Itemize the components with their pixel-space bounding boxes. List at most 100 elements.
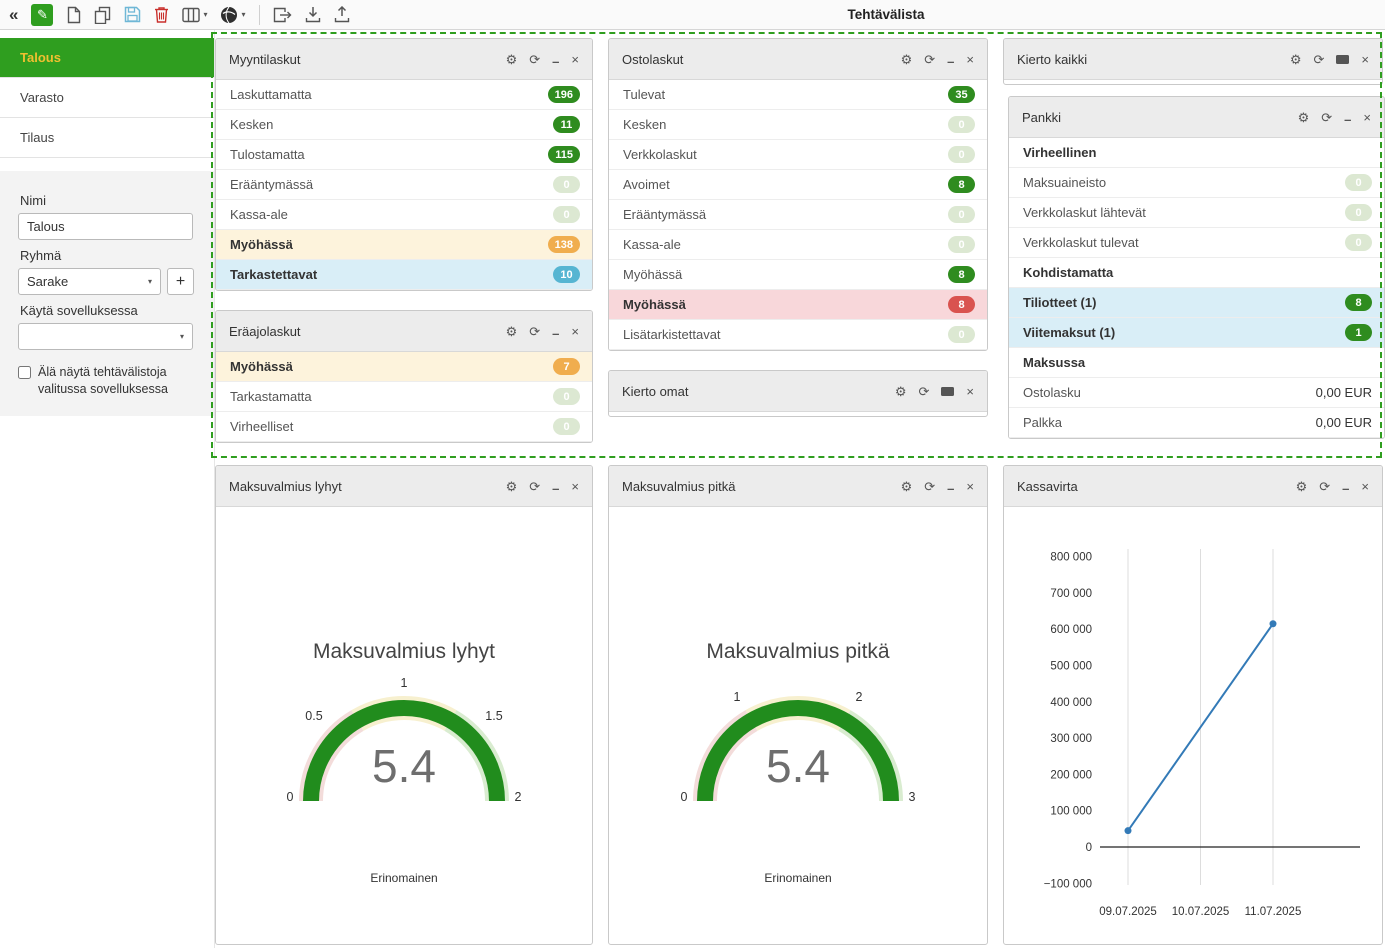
widget-row[interactable]: Maksuaineisto 0 <box>1009 168 1384 198</box>
close-icon[interactable]: × <box>571 325 579 338</box>
widget-row[interactable]: Verkkolaskut tulevat 0 <box>1009 228 1384 258</box>
row-label: Myöhässä <box>230 359 293 374</box>
refresh-icon[interactable]: ⟳ <box>1319 480 1330 493</box>
name-input[interactable] <box>18 213 193 240</box>
widget-row[interactable]: Myöhässä 8 <box>609 290 987 320</box>
minimize-icon[interactable]: – <box>947 55 954 68</box>
widget-header[interactable]: Maksuvalmius lyhyt ⚙ ⟳ – × <box>216 466 592 507</box>
columns-menu[interactable]: ▾ <box>182 7 207 23</box>
save-icon[interactable] <box>124 6 141 23</box>
refresh-icon[interactable]: ⟳ <box>924 53 935 66</box>
settings-icon[interactable]: ⚙ <box>895 385 907 398</box>
widget-row[interactable]: Tiliotteet (1) 8 <box>1009 288 1384 318</box>
refresh-icon[interactable]: ⟳ <box>1321 111 1332 124</box>
settings-icon[interactable]: ⚙ <box>506 53 518 66</box>
settings-icon[interactable]: ⚙ <box>901 53 913 66</box>
minimize-icon[interactable]: – <box>947 482 954 495</box>
widget-row[interactable]: Tulostamatta 115 <box>216 140 592 170</box>
widget-header[interactable]: Kassavirta ⚙ ⟳ – × <box>1004 466 1382 507</box>
widget-row[interactable]: Tarkastettavat 10 <box>216 260 592 290</box>
theme-menu[interactable]: ▾ <box>220 6 245 24</box>
close-icon[interactable]: × <box>966 385 974 398</box>
widget-row[interactable]: Lisätarkistettavat 0 <box>609 320 987 350</box>
copy-icon[interactable] <box>94 6 111 24</box>
new-document-icon[interactable] <box>66 6 81 24</box>
settings-icon[interactable]: ⚙ <box>1296 480 1308 493</box>
widget-row[interactable]: Kesken 0 <box>609 110 987 140</box>
card-icon[interactable] <box>1336 55 1349 64</box>
widget-row[interactable]: Virheelliset 0 <box>216 412 592 442</box>
close-icon[interactable]: × <box>571 53 579 66</box>
widget-header[interactable]: Ostolaskut ⚙ ⟳ – × <box>609 39 987 80</box>
refresh-icon[interactable]: ⟳ <box>529 53 540 66</box>
close-icon[interactable]: × <box>1363 111 1371 124</box>
sidebar-item-tilaus[interactable]: Tilaus <box>0 118 214 158</box>
group-select[interactable]: Sarake ▾ <box>18 268 161 295</box>
svg-text:500 000: 500 000 <box>1050 661 1092 673</box>
count-badge: 0 <box>948 116 975 133</box>
widget-header[interactable]: Myyntilaskut ⚙ ⟳ – × <box>216 39 592 80</box>
widget-row[interactable]: Maksussa <box>1009 348 1384 378</box>
settings-icon[interactable]: ⚙ <box>506 480 518 493</box>
add-group-button[interactable]: + <box>167 268 194 295</box>
delete-icon[interactable] <box>154 6 169 23</box>
widget-header[interactable]: Pankki ⚙ ⟳ – × <box>1009 97 1384 138</box>
minimize-icon[interactable]: – <box>552 482 559 495</box>
settings-icon[interactable]: ⚙ <box>901 480 913 493</box>
widget-row[interactable]: Kassa-ale 0 <box>609 230 987 260</box>
download-icon[interactable] <box>305 6 321 23</box>
widget-row[interactable]: Tulevat 35 <box>609 80 987 110</box>
hide-tasklists-checkbox[interactable] <box>18 366 31 379</box>
widget-row[interactable]: Kassa-ale 0 <box>216 200 592 230</box>
collapse-sidebar-icon[interactable]: « <box>9 5 18 25</box>
sidebar-item-varasto[interactable]: Varasto <box>0 78 214 118</box>
widget-header[interactable]: Eräajolaskut ⚙ ⟳ – × <box>216 311 592 352</box>
close-icon[interactable]: × <box>966 53 974 66</box>
settings-icon[interactable]: ⚙ <box>1298 111 1310 124</box>
refresh-icon[interactable]: ⟳ <box>924 480 935 493</box>
count-badge: 8 <box>948 296 975 313</box>
settings-icon[interactable]: ⚙ <box>506 325 518 338</box>
widget-header[interactable]: Maksuvalmius pitkä ⚙ ⟳ – × <box>609 466 987 507</box>
close-icon[interactable]: × <box>1361 53 1369 66</box>
minimize-icon[interactable]: – <box>1344 113 1351 126</box>
export-icon[interactable] <box>273 7 292 23</box>
widget-row[interactable]: Kesken 11 <box>216 110 592 140</box>
widget-row[interactable]: Avoimet 8 <box>609 170 987 200</box>
close-icon[interactable]: × <box>1361 480 1369 493</box>
row-label: Myöhässä <box>623 297 686 312</box>
upload-icon[interactable] <box>334 6 350 23</box>
widget-row[interactable]: Laskuttamatta 196 <box>216 80 592 110</box>
close-icon[interactable]: × <box>571 480 579 493</box>
widget-ostolaskut: Ostolaskut ⚙ ⟳ – × Tulevat 35 Kesken 0 V… <box>608 38 988 351</box>
widget-row[interactable]: Ostolasku 0,00 EUR <box>1009 378 1384 408</box>
widget-row[interactable]: Kohdistamatta <box>1009 258 1384 288</box>
widget-header[interactable]: Kierto kaikki ⚙ ⟳ × <box>1004 39 1382 80</box>
refresh-icon[interactable]: ⟳ <box>529 480 540 493</box>
refresh-icon[interactable]: ⟳ <box>919 385 930 398</box>
widget-row[interactable]: Myöhässä 138 <box>216 230 592 260</box>
app-select[interactable]: ▾ <box>18 323 193 350</box>
refresh-icon[interactable]: ⟳ <box>1314 53 1325 66</box>
minimize-icon[interactable]: – <box>552 55 559 68</box>
widget-row[interactable]: Erääntymässä 0 <box>609 200 987 230</box>
settings-icon[interactable]: ⚙ <box>1290 53 1302 66</box>
minimize-icon[interactable]: – <box>552 327 559 340</box>
sidebar-item-talous[interactable]: Talous <box>0 38 214 78</box>
widget-row[interactable]: Erääntymässä 0 <box>216 170 592 200</box>
refresh-icon[interactable]: ⟳ <box>529 325 540 338</box>
widget-row[interactable]: Myöhässä 8 <box>609 260 987 290</box>
widget-row[interactable]: Myöhässä 7 <box>216 352 592 382</box>
widget-row[interactable]: Virheellinen <box>1009 138 1384 168</box>
count-badge: 7 <box>553 358 580 375</box>
widget-row[interactable]: Verkkolaskut lähtevät 0 <box>1009 198 1384 228</box>
edit-button[interactable]: ✎ <box>31 4 53 26</box>
minimize-icon[interactable]: – <box>1342 482 1349 495</box>
widget-row[interactable]: Tarkastamatta 0 <box>216 382 592 412</box>
widget-header[interactable]: Kierto omat ⚙ ⟳ × <box>609 371 987 412</box>
widget-row[interactable]: Viitemaksut (1) 1 <box>1009 318 1384 348</box>
close-icon[interactable]: × <box>966 480 974 493</box>
widget-row[interactable]: Palkka 0,00 EUR <box>1009 408 1384 438</box>
widget-row[interactable]: Verkkolaskut 0 <box>609 140 987 170</box>
card-icon[interactable] <box>941 387 954 396</box>
